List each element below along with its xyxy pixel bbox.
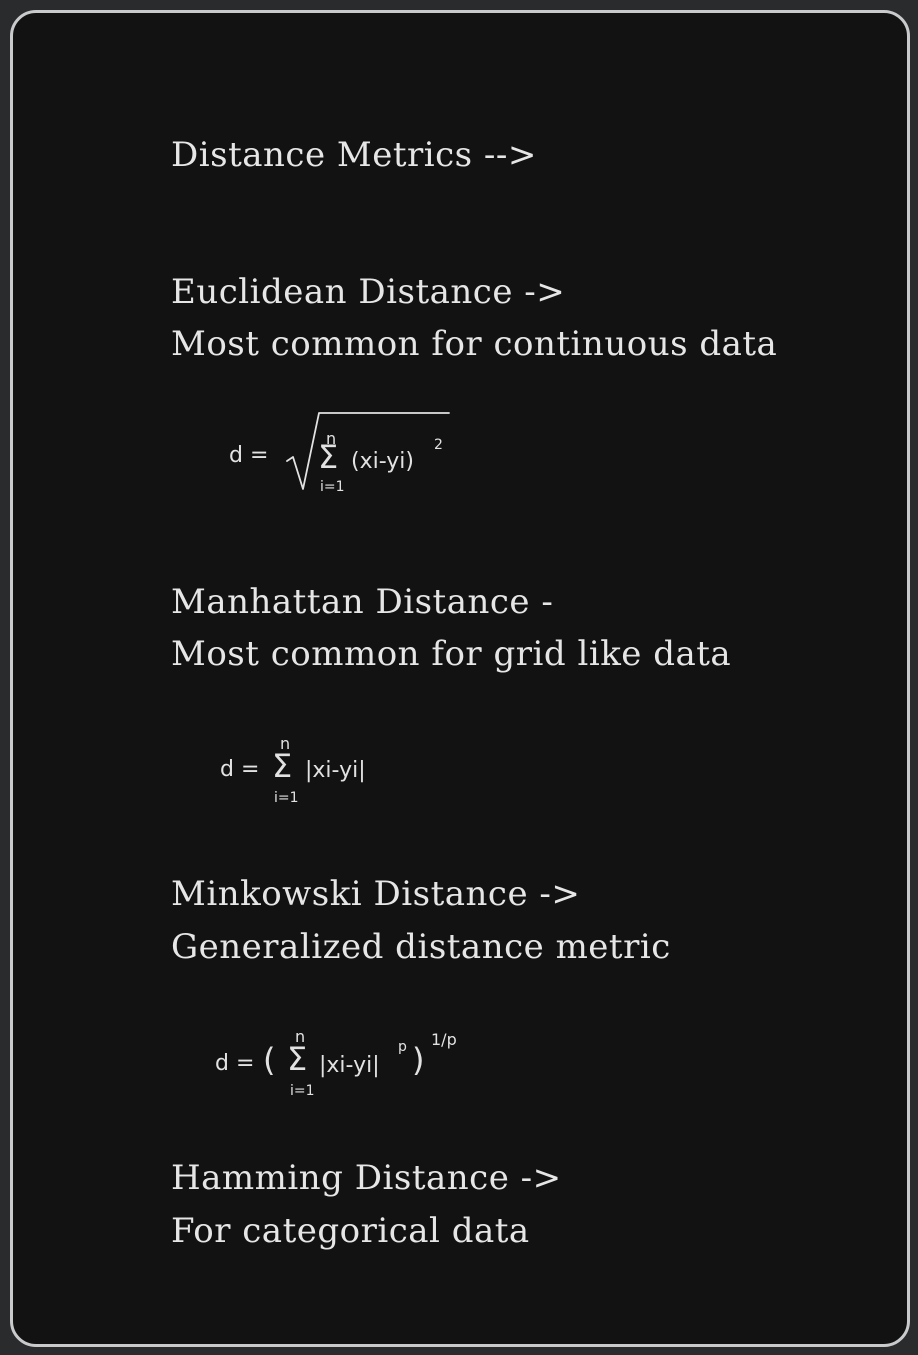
euclidean-description: Most common for continuous data <box>171 324 778 364</box>
euclidean-sum-lower: i=1 <box>320 479 345 495</box>
euclidean-body: (xi-yi) <box>351 449 414 474</box>
minkowski-open-paren: ( <box>263 1041 276 1079</box>
whiteboard-canvas: Distance Metrics --> Euclidean Distance … <box>10 10 910 1347</box>
minkowski-lhs: d = <box>215 1051 255 1076</box>
minkowski-body: |xi-yi| <box>319 1053 380 1078</box>
manhattan-sigma: Σ <box>272 747 293 785</box>
minkowski-sigma: Σ <box>287 1040 308 1078</box>
minkowski-outer-exponent: 1/p <box>431 1030 457 1049</box>
hamming-description: For categorical data <box>171 1211 530 1251</box>
minkowski-close-paren: ) <box>412 1041 425 1079</box>
page-title: Distance Metrics --> <box>171 135 537 175</box>
minkowski-description: Generalized distance metric <box>171 927 671 967</box>
manhattan-description: Most common for grid like data <box>171 634 732 674</box>
manhattan-title: Manhattan Distance - <box>171 582 554 622</box>
minkowski-title: Minkowski Distance -> <box>171 874 581 914</box>
hamming-title: Hamming Distance -> <box>171 1158 562 1198</box>
euclidean-lhs: d = <box>229 443 269 468</box>
euclidean-exponent: 2 <box>434 437 443 453</box>
manhattan-sum-lower: i=1 <box>274 790 299 806</box>
minkowski-inner-exponent: p <box>398 1039 407 1055</box>
manhattan-body: |xi-yi| <box>305 758 366 783</box>
euclidean-sigma: Σ <box>318 438 339 476</box>
manhattan-lhs: d = <box>220 757 260 782</box>
minkowski-sum-lower: i=1 <box>290 1083 315 1099</box>
euclidean-title: Euclidean Distance -> <box>171 272 566 312</box>
